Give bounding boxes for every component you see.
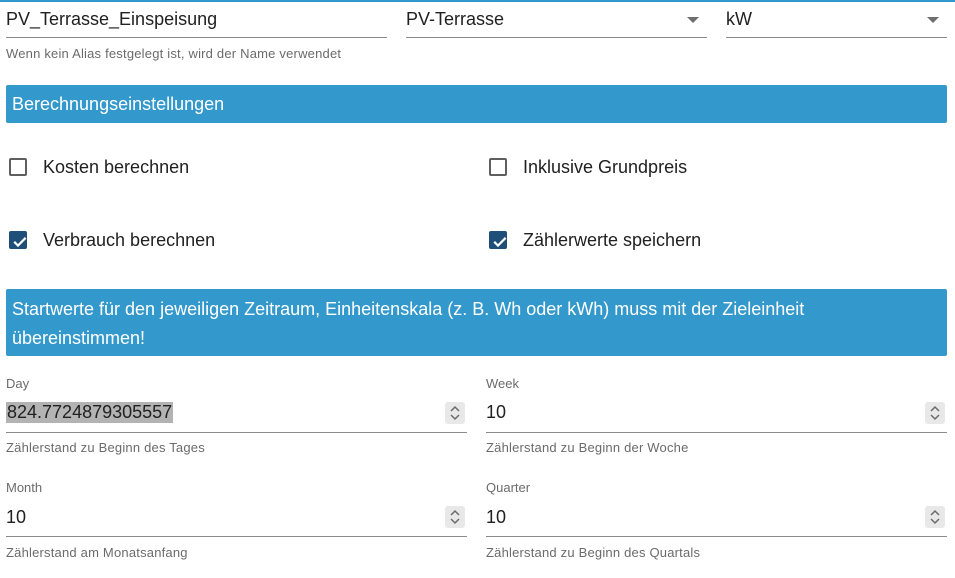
quarter-hint: Zählerstand zu Beginn des Quartals: [486, 545, 701, 560]
consumption-checkbox[interactable]: [9, 231, 27, 249]
alias-field[interactable]: PV_Terrasse_Einspeisung: [6, 4, 387, 38]
day-hint: Zählerstand zu Beginn des Tages: [6, 440, 205, 455]
week-input[interactable]: 10: [486, 402, 506, 423]
month-underline: [6, 536, 467, 537]
quarter-field[interactable]: 10: [486, 502, 947, 537]
device-select[interactable]: PV-Terrasse: [406, 4, 707, 38]
cost-checkbox-label[interactable]: Kosten berechnen: [43, 157, 189, 178]
spinner-icon: [450, 509, 460, 525]
save-counter-checkbox-label[interactable]: Zählerwerte speichern: [523, 230, 701, 251]
alias-hint: Wenn kein Alias festgelegt ist, wird der…: [6, 46, 342, 61]
device-select-underline: [406, 37, 707, 38]
day-field[interactable]: 824.7724879305557: [6, 398, 467, 433]
unit-select-underline: [726, 37, 947, 38]
base-price-checkbox-label[interactable]: Inklusive Grundpreis: [523, 157, 687, 178]
month-hint: Zählerstand am Monatsanfang: [6, 545, 188, 560]
spinner-icon: [930, 509, 940, 525]
spinner-icon: [930, 405, 940, 421]
base-price-checkbox[interactable]: [489, 158, 507, 176]
dropdown-arrow-icon[interactable]: [687, 17, 699, 23]
month-label: Month: [6, 480, 43, 495]
calc-settings-title: Berechnungseinstellungen: [12, 94, 225, 114]
calc-settings-header: Berechnungseinstellungen: [6, 85, 947, 123]
week-underline: [486, 432, 947, 433]
quarter-underline: [486, 536, 947, 537]
quarter-input[interactable]: 10: [486, 507, 506, 528]
quarter-label: Quarter: [486, 480, 531, 495]
checkmark-icon: [13, 237, 27, 248]
quarter-spinner[interactable]: [925, 506, 945, 528]
week-spinner[interactable]: [925, 402, 945, 424]
day-input[interactable]: 824.7724879305557: [6, 402, 174, 423]
alias-underline: [6, 37, 387, 38]
consumption-checkbox-label[interactable]: Verbrauch berechnen: [43, 230, 215, 251]
cost-checkbox[interactable]: [9, 158, 27, 176]
unit-select-value: kW: [726, 9, 752, 29]
day-spinner[interactable]: [445, 402, 465, 424]
top-accent-line: [0, 0, 955, 2]
month-input[interactable]: 10: [6, 507, 26, 528]
save-counter-checkbox[interactable]: [489, 231, 507, 249]
dropdown-arrow-icon[interactable]: [927, 17, 939, 23]
day-label: Day: [6, 376, 30, 391]
checkmark-icon: [493, 237, 507, 248]
spinner-icon: [450, 405, 460, 421]
start-values-title: Startwerte für den jeweiligen Zeitraum, …: [12, 299, 805, 348]
week-hint: Zählerstand zu Beginn der Woche: [486, 440, 689, 455]
month-field[interactable]: 10: [6, 502, 467, 537]
device-select-value: PV-Terrasse: [406, 9, 505, 29]
day-underline: [6, 432, 467, 433]
month-spinner[interactable]: [445, 506, 465, 528]
week-field[interactable]: 10: [486, 398, 947, 433]
alias-input[interactable]: PV_Terrasse_Einspeisung: [6, 9, 217, 30]
unit-select[interactable]: kW: [726, 4, 947, 38]
start-values-header: Startwerte für den jeweiligen Zeitraum, …: [6, 289, 947, 356]
week-label: Week: [486, 376, 519, 391]
